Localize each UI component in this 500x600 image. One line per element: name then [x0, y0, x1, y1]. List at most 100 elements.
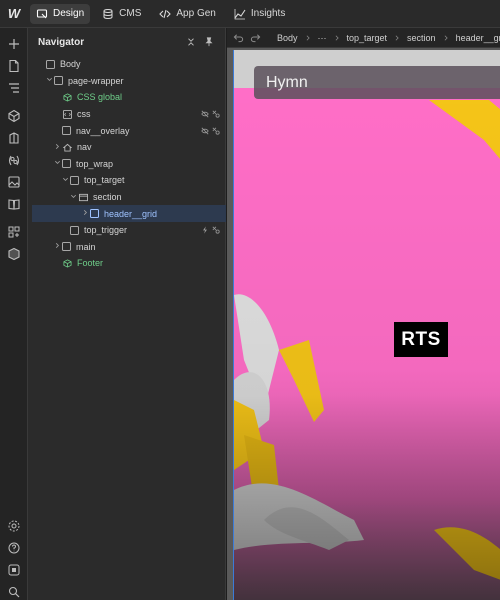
pin-icon[interactable]: [203, 36, 215, 48]
tab-label: Design: [53, 8, 85, 19]
database-icon: [102, 8, 114, 20]
div-block-icon: [54, 76, 63, 86]
breadcrumb-item[interactable]: ···: [318, 33, 327, 43]
tree-item-header-grid[interactable]: header__grid: [32, 205, 226, 222]
tree-item-label: section: [93, 192, 122, 203]
tree-item-flags: [201, 110, 220, 118]
chevron-down-icon[interactable]: [68, 193, 78, 202]
tree-item-label: top_target: [84, 175, 125, 186]
tree-item-footer[interactable]: Footer: [28, 255, 226, 272]
book-icon[interactable]: [6, 196, 22, 212]
left-rail: [0, 28, 28, 600]
page-heading[interactable]: Hymn: [254, 66, 500, 99]
tree-item-nav-overlay[interactable]: nav__overlay: [28, 122, 226, 139]
custom-icon[interactable]: [212, 110, 220, 118]
navigator-title: Navigator: [38, 36, 85, 48]
top-bar: W Design CMS App Gen Insights: [0, 0, 500, 28]
rts-logo[interactable]: RTS: [394, 322, 448, 357]
tree-item-flags: [201, 127, 220, 135]
tree-item-top-target[interactable]: top_target: [28, 172, 226, 189]
breadcrumb-separator-icon: [443, 33, 449, 43]
stop-icon[interactable]: [6, 562, 22, 578]
tree-item-page-wrapper[interactable]: page-wrapper: [28, 73, 226, 90]
div-block-icon: [90, 209, 99, 219]
tree-item-label: header__grid: [104, 208, 158, 219]
tree-item-body[interactable]: Body: [28, 56, 226, 73]
chevron-right-icon[interactable]: [52, 143, 62, 152]
tree-item-label: nav: [77, 142, 92, 153]
hidden-icon[interactable]: [201, 127, 209, 135]
breadcrumb-item[interactable]: Body: [277, 33, 298, 43]
style-selector-icon[interactable]: [6, 130, 22, 146]
tab-insights[interactable]: Insights: [228, 4, 291, 24]
design-icon: [36, 8, 48, 20]
tree-item-section[interactable]: section: [28, 189, 226, 206]
chevron-right-icon[interactable]: [52, 242, 62, 251]
bolt-icon[interactable]: [201, 226, 209, 234]
div-block-icon: [62, 242, 71, 252]
tree-item-label: top_trigger: [84, 225, 128, 236]
apps-icon[interactable]: [6, 224, 22, 240]
search-icon[interactable]: [6, 584, 22, 600]
collapse-all-icon[interactable]: [185, 36, 197, 48]
chevron-down-icon[interactable]: [60, 176, 70, 185]
tree-item-label: top_wrap: [76, 158, 114, 169]
tree-item-flags: [201, 226, 220, 234]
breadcrumb-item[interactable]: section: [407, 33, 436, 43]
settings-icon[interactable]: [6, 518, 22, 534]
tab-design[interactable]: Design: [30, 3, 91, 24]
navigator-tree: Body page-wrapper CSS global css nav__overla…: [28, 56, 226, 272]
assets-icon[interactable]: [6, 174, 22, 190]
components-icon[interactable]: [6, 108, 22, 124]
chevron-right-icon[interactable]: [80, 209, 90, 218]
breadcrumb-separator-icon: [305, 33, 311, 43]
tab-app-gen[interactable]: App Gen: [153, 4, 221, 24]
tab-label: App Gen: [176, 8, 216, 19]
breadcrumb-item[interactable]: top_target: [347, 33, 388, 43]
tree-item-top-wrap[interactable]: top_wrap: [28, 156, 226, 173]
redo-icon[interactable]: [250, 31, 261, 45]
tree-item-label: Footer: [77, 258, 104, 269]
tab-label: CMS: [119, 8, 142, 19]
add-icon[interactable]: [6, 36, 22, 52]
home-icon: [62, 142, 72, 152]
page-preview-frame[interactable]: Hymn RTS: [233, 50, 500, 600]
tree-item-nav[interactable]: nav: [28, 139, 226, 156]
chevron-down-icon[interactable]: [52, 159, 62, 168]
code-icon: [159, 8, 172, 20]
tree-item-css[interactable]: css: [28, 106, 226, 123]
webflow-logo[interactable]: W: [0, 0, 28, 28]
div-block-icon: [62, 159, 71, 169]
tree-item-css-global[interactable]: CSS global: [28, 89, 226, 106]
div-block-icon: [70, 175, 79, 185]
undo-icon[interactable]: [233, 31, 244, 45]
help-icon[interactable]: [6, 540, 22, 556]
code-embed-icon: [62, 109, 72, 119]
breadcrumb-item[interactable]: header__grid: [456, 33, 500, 43]
navigator-header: Navigator: [28, 28, 225, 56]
div-block-icon: [46, 59, 55, 69]
tree-item-label: CSS global: [77, 92, 123, 103]
div-block-icon: [62, 126, 71, 136]
custom-icon[interactable]: [212, 127, 220, 135]
tree-item-label: nav__overlay: [76, 125, 130, 136]
chevron-down-icon[interactable]: [44, 76, 54, 85]
page-icon[interactable]: [6, 58, 22, 74]
tab-cms[interactable]: CMS: [96, 4, 147, 24]
box-icon[interactable]: [6, 246, 22, 262]
component-icon: [62, 258, 72, 268]
breadcrumb-bar: Body ··· top_target section header__grid: [227, 28, 500, 48]
breadcrumb-separator-icon: [334, 33, 340, 43]
design-canvas[interactable]: Hymn RTS: [227, 48, 500, 600]
variables-icon[interactable]: [6, 152, 22, 168]
breadcrumb-separator-icon: [394, 33, 400, 43]
tree-item-label: css: [77, 109, 91, 120]
section-icon: [78, 192, 88, 202]
tree-item-top-trigger[interactable]: top_trigger: [28, 222, 226, 239]
div-block-icon: [70, 225, 79, 235]
navigator-icon[interactable]: [6, 80, 22, 96]
tree-item-main[interactable]: main: [28, 239, 226, 256]
hero-artwork: [234, 50, 500, 600]
custom-icon[interactable]: [212, 226, 220, 234]
hidden-icon[interactable]: [201, 110, 209, 118]
